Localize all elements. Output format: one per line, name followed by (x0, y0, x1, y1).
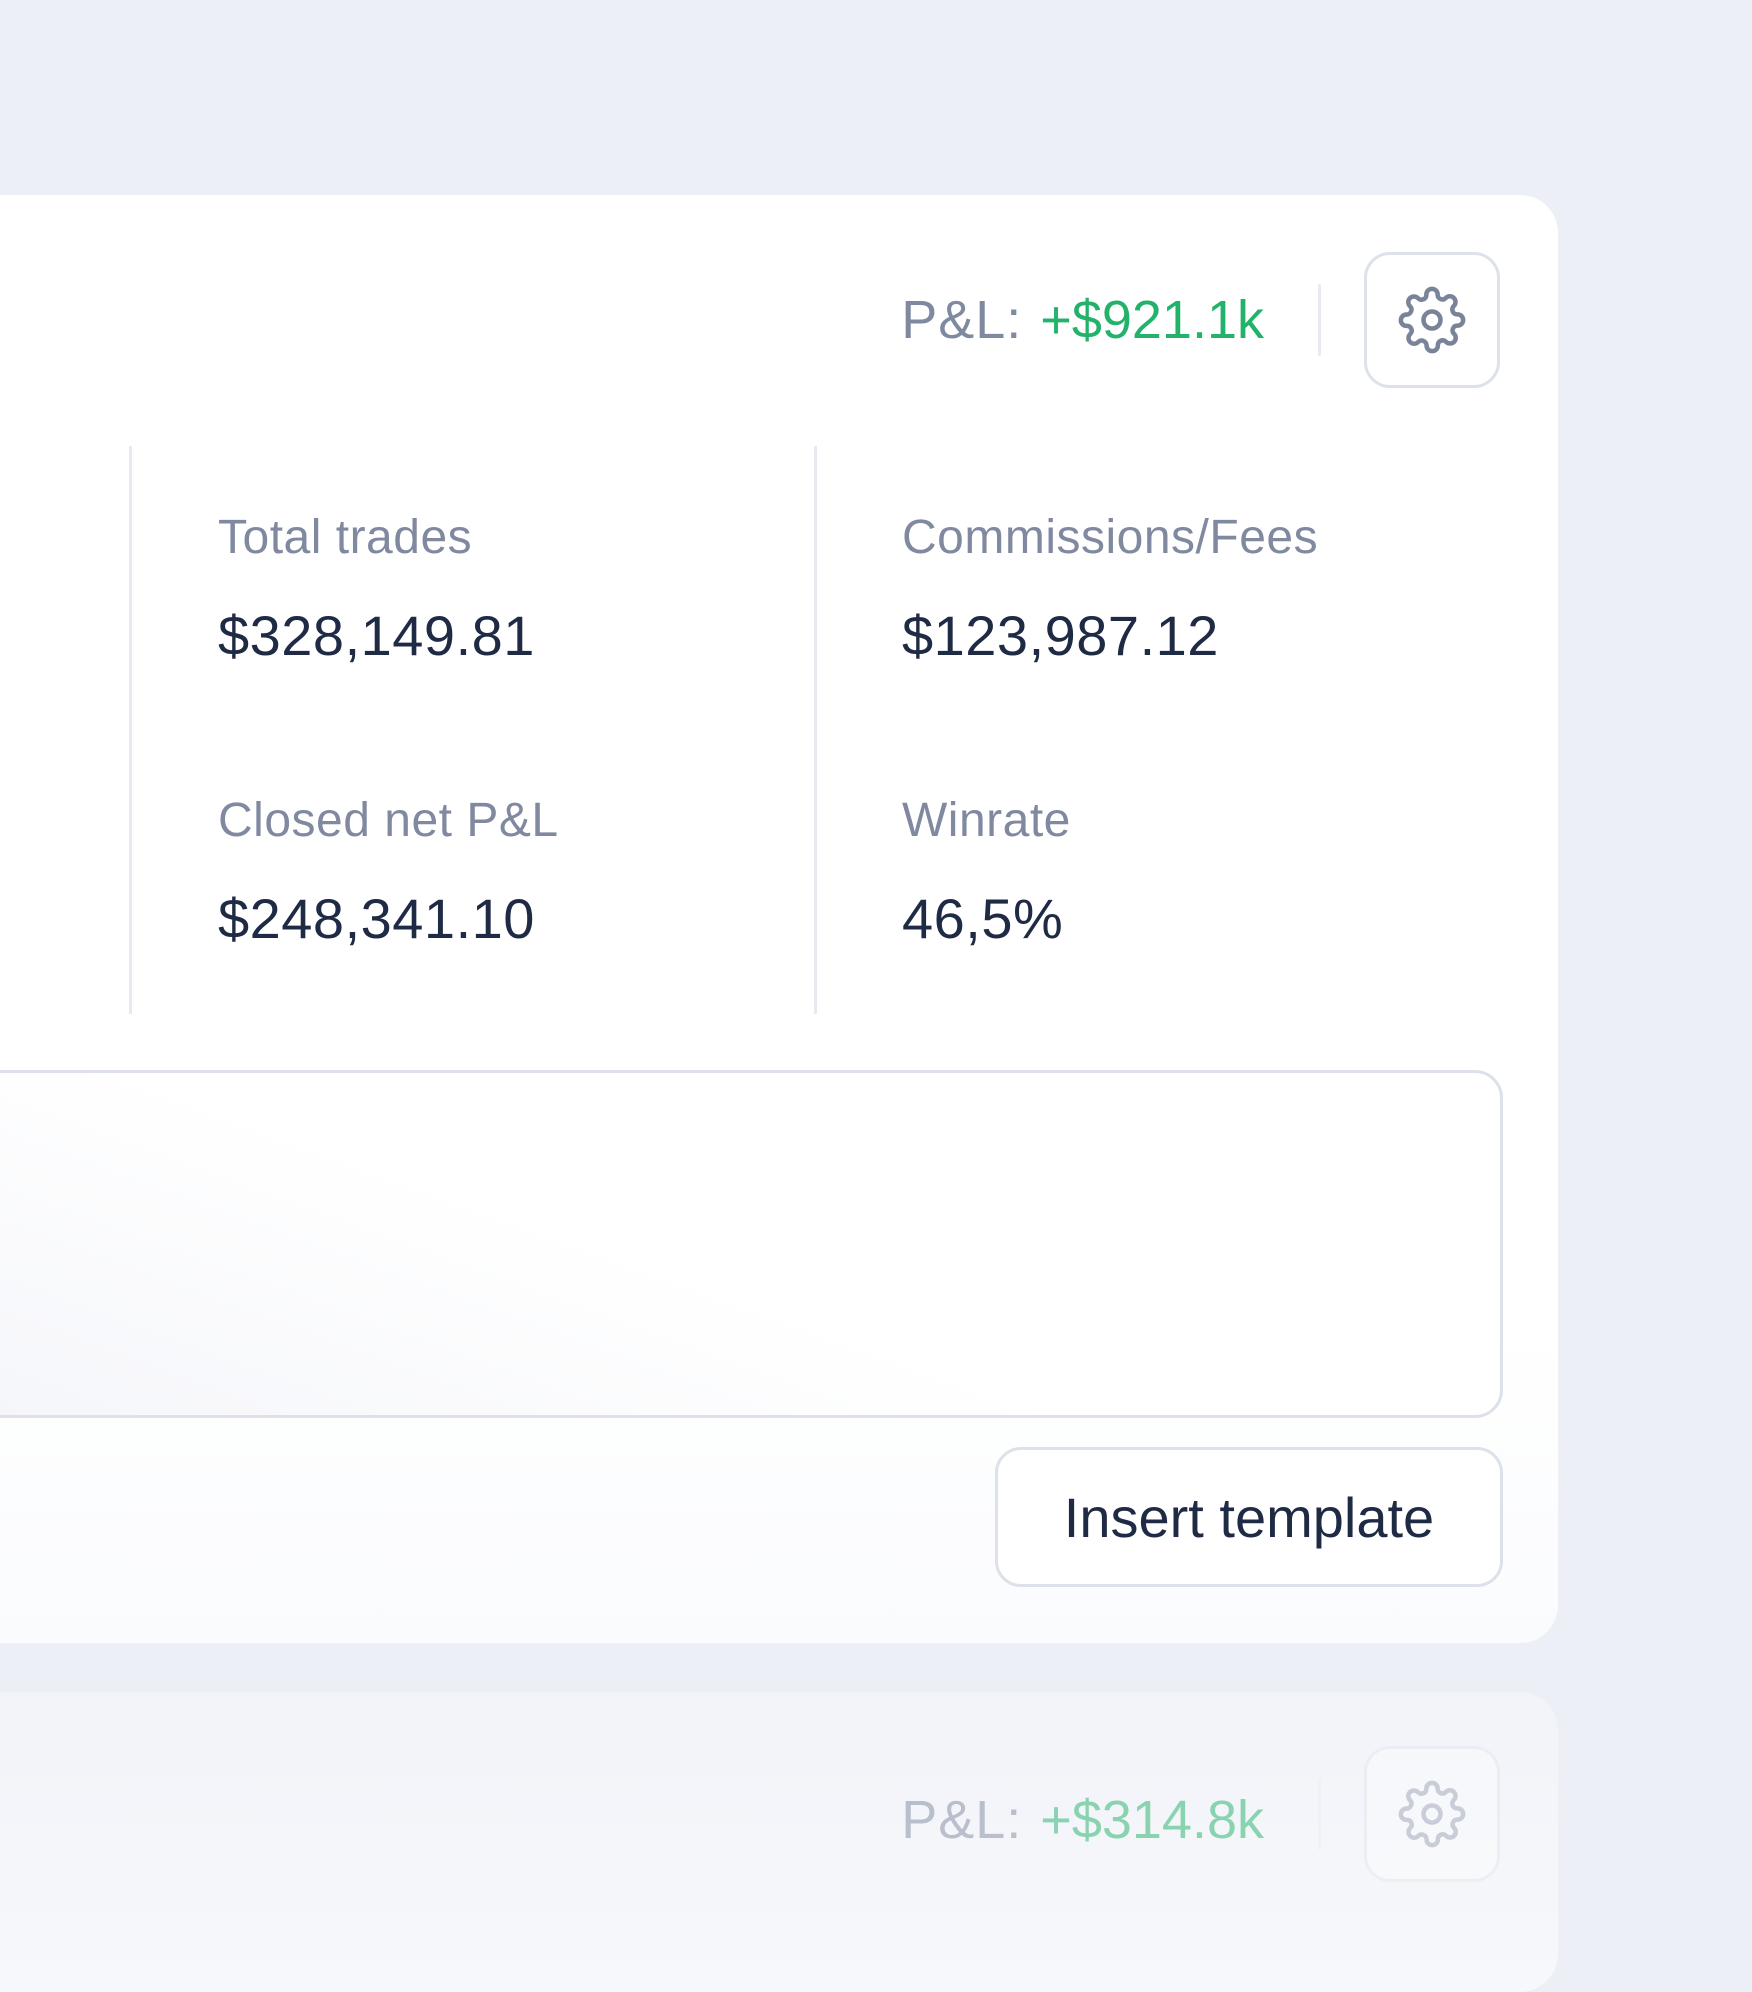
stat-label-commissions: Commissions/Fees (902, 511, 1319, 564)
column-divider (129, 446, 132, 1014)
stat-value-commissions: $123,987.12 (902, 604, 1219, 667)
stat-label-winrate: Winrate (902, 794, 1071, 847)
stat-label-closed-net-pnl: Closed net P&L (218, 794, 559, 847)
gear-icon (1398, 286, 1466, 354)
pnl-value: +$921.1k (1040, 290, 1264, 350)
next-header-divider (1318, 1778, 1321, 1850)
next-journal-card (0, 1692, 1558, 1992)
insert-template-button[interactable]: Insert template (995, 1447, 1503, 1587)
settings-button[interactable] (1364, 252, 1500, 388)
next-pnl-value: +$314.8k (1040, 1790, 1264, 1850)
stat-value-total-trades: $328,149.81 (218, 604, 535, 667)
stat-value-winrate: 46,5% (902, 887, 1064, 950)
pnl-summary: P&L: +$921.1k (901, 287, 1264, 353)
pnl-label: P&L: (901, 290, 1023, 350)
column-divider (814, 446, 817, 1014)
header-divider (1318, 284, 1321, 356)
next-settings-button[interactable] (1364, 1746, 1500, 1882)
gear-icon (1398, 1780, 1466, 1848)
next-pnl-label: P&L: (901, 1790, 1023, 1850)
next-pnl-summary: P&L: +$314.8k (901, 1787, 1264, 1853)
stat-label-total-trades: Total trades (218, 511, 473, 564)
stat-value-closed-net-pnl: $248,341.10 (218, 887, 535, 950)
notes-editor[interactable] (0, 1070, 1503, 1418)
